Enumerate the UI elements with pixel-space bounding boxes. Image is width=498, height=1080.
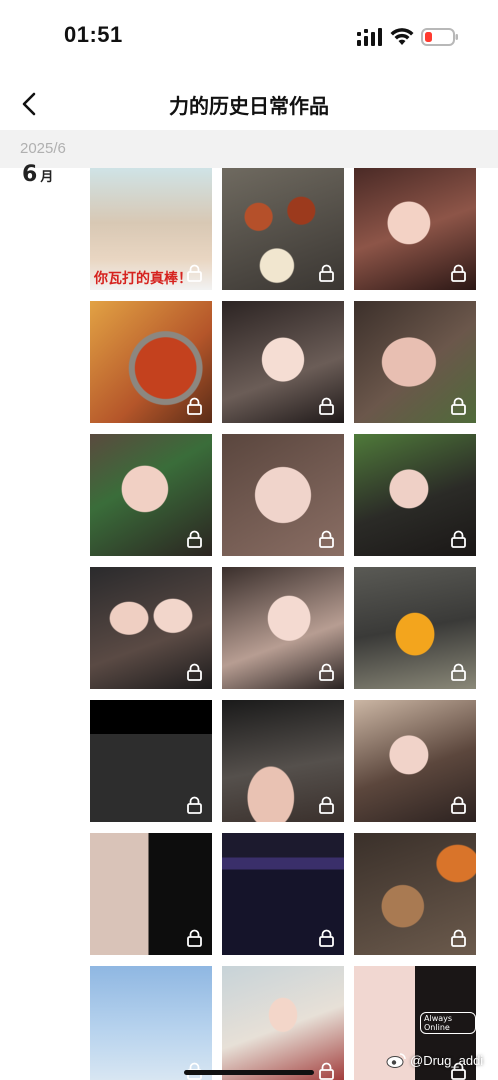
lock-icon [187,530,202,548]
lock-icon [451,530,466,548]
lock-icon [319,530,334,548]
lock-icon [319,929,334,947]
lock-icon [187,663,202,681]
battery-low-icon [421,28,458,46]
lock-icon [451,264,466,282]
thumbnail-orange-juice-glass[interactable] [354,567,476,689]
date-section-header: 2025/6 [0,130,498,168]
page-title: 力的历史日常作品 [169,94,329,118]
lock-icon [319,663,334,681]
lock-icon [451,929,466,947]
lock-icon [319,796,334,814]
thumbnail-blurry-selfie-kiss[interactable] [354,301,476,423]
thumbnail-selfie-girl-red-nails[interactable] [354,168,476,290]
lock-icon [319,1062,334,1080]
thumbnail-selfie-girl-hand-chin[interactable] [90,434,212,556]
thumbnail-dark-video-call[interactable] [90,700,212,822]
weibo-icon [386,1053,406,1068]
lock-icon [319,397,334,415]
thumbnail-two-girls-selfie[interactable] [90,567,212,689]
watermark-text: @Drug_addi [410,1052,484,1068]
watermark: @Drug_addi [386,1052,483,1068]
lock-icon [451,663,466,681]
thumbnail-caption: 你瓦打的真棒！ [94,271,192,287]
thumbnail-takeout-food-boxes[interactable] [222,168,344,290]
thumbnail-spicy-hotpot-dish[interactable] [90,301,212,423]
nav-bar: 力的历史日常作品 [0,78,498,130]
lock-icon [319,264,334,282]
thumbnail-selfie-girl-hand-face[interactable] [222,567,344,689]
photo-grid: 你瓦打的真棒！ Always Online [90,168,490,1080]
status-bar: 01:51 [0,0,498,72]
lock-icon [451,796,466,814]
date-header-label: 2025/6 [20,140,66,157]
thumbnail-caption: Always Online [420,1012,476,1034]
lock-icon [187,397,202,415]
month-unit: 月 [40,170,54,185]
thumbnail-selfie-girl-plants[interactable] [354,434,476,556]
lock-icon [187,796,202,814]
thumbnail-store-girl-devil-horns[interactable] [222,966,344,1080]
thumbnail-game-scoreboard-screen[interactable] [222,833,344,955]
thumbnail-car-selfie[interactable] [222,700,344,822]
thumbnail-illustrated-comic-caption[interactable]: 你瓦打的真棒！ [90,168,212,290]
lock-icon [187,264,202,282]
thumbnail-blurry-selfie-closeup[interactable] [222,434,344,556]
wifi-icon [390,28,414,45]
signal-icon [357,28,382,46]
status-time: 01:51 [64,22,123,47]
month-number: 6 [22,162,38,187]
home-indicator [184,1070,314,1075]
thumbnail-selfie-long-hair[interactable] [354,700,476,822]
thumbnail-sky-tower-photo[interactable] [90,966,212,1080]
month-label: 6月 [22,162,53,187]
lock-icon [187,929,202,947]
thumbnail-iced-coffee-table[interactable] [354,833,476,955]
thumbnail-chat-screenshot-glasses[interactable] [90,833,212,955]
thumbnail-selfie-girl-pout[interactable] [222,301,344,423]
lock-icon [451,397,466,415]
